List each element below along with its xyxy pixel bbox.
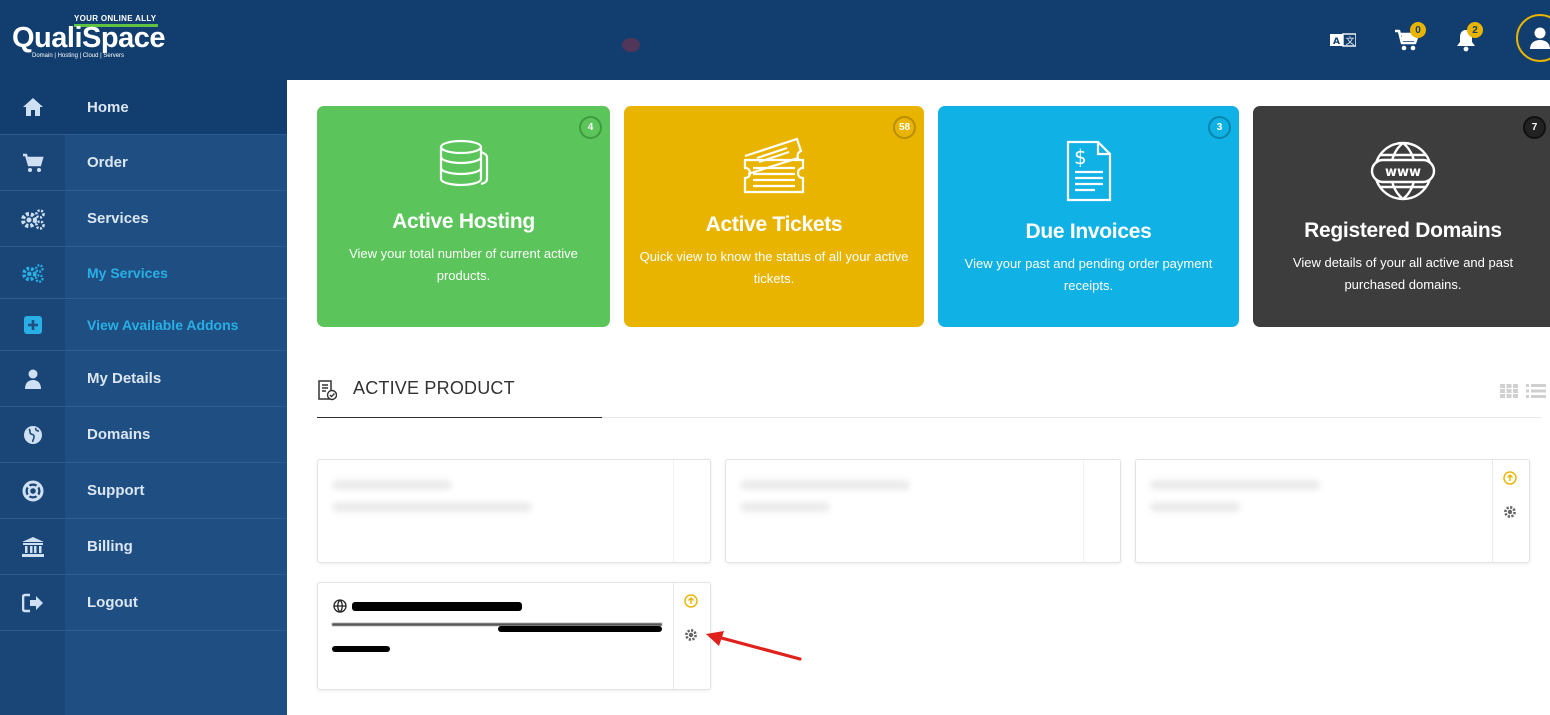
sidebar-item-logout[interactable]: Logout: [0, 575, 287, 631]
count-badge: 58: [893, 116, 916, 139]
sidebar-item-billing[interactable]: Billing: [0, 519, 287, 575]
product-card[interactable]: [1135, 459, 1530, 563]
gear-icon[interactable]: [683, 627, 699, 643]
sidebar-item-label: Order: [87, 154, 128, 171]
card-active-hosting[interactable]: 4 Active Hosting View your total number …: [317, 106, 610, 327]
database-icon: [437, 138, 491, 197]
sidebar-item-my-services[interactable]: My Services: [0, 247, 287, 299]
card-description: View your past and pending order payment…: [964, 256, 1213, 293]
sidebar-item-label: Domains: [87, 426, 151, 443]
product-name-blurred: [332, 480, 452, 490]
card-active-tickets[interactable]: 58 Active Tickets Quick view to know the…: [624, 106, 924, 327]
sidebar-item-label: Logout: [87, 594, 138, 611]
card-title: Registered Domains: [1304, 219, 1502, 242]
sign-out-icon: [0, 575, 65, 630]
list-view-icon[interactable]: [1526, 384, 1546, 398]
product-list-icon: [317, 379, 338, 401]
www-globe-icon: www: [1370, 140, 1436, 207]
sidebar-item-label: My Services: [87, 264, 168, 281]
sidebar-item-order[interactable]: Order: [0, 135, 287, 191]
redacted-product-name: [352, 602, 522, 611]
sidebar-item-domains[interactable]: Domains: [0, 407, 287, 463]
brand-logo[interactable]: YOUR ONLINE ALLY QualiSpace Domain | Hos…: [12, 12, 165, 62]
brand-name: QualiSpace: [12, 22, 165, 54]
svg-text:www: www: [1385, 165, 1421, 180]
cart-count-badge: 0: [1410, 22, 1426, 38]
product-actions: [673, 460, 710, 562]
section-divider: [602, 417, 1542, 418]
sidebar-item-services[interactable]: Services: [0, 191, 287, 247]
language-translate-icon[interactable]: A文: [1326, 25, 1360, 55]
card-title: Due Invoices: [1025, 220, 1152, 243]
product-name-blurred: [740, 480, 910, 490]
redacted-product-detail: [332, 646, 390, 652]
cursor-mark: [622, 38, 640, 52]
product-card[interactable]: [725, 459, 1121, 563]
card-description: Quick view to know the status of all you…: [639, 249, 909, 286]
section-title: ACTIVE PRODUCT: [353, 378, 515, 398]
product-detail-blurred: [332, 502, 532, 512]
invoice-icon: $: [1065, 140, 1113, 207]
count-badge: 4: [579, 116, 602, 139]
upgrade-icon[interactable]: [1502, 470, 1518, 486]
brand-subtitle: Domain | Hosting | Cloud | Servers: [32, 53, 125, 59]
svg-text:$: $: [1074, 145, 1087, 169]
sidebar-item-label: Support: [87, 482, 145, 499]
sidebar-item-label: Home: [87, 98, 129, 116]
globe-icon: [0, 407, 65, 462]
card-due-invoices[interactable]: 3 $ Due Invoices View your past and pend…: [938, 106, 1239, 327]
section-underline: [317, 417, 602, 418]
card-title: Active Tickets: [705, 213, 843, 236]
sidebar-item-home[interactable]: Home: [0, 80, 287, 135]
product-card[interactable]: [317, 459, 711, 563]
sidebar-item-my-details[interactable]: My Details: [0, 351, 287, 407]
plus-square-icon: [0, 297, 65, 352]
globe-icon: [332, 598, 348, 614]
bank-icon: [0, 519, 65, 574]
count-badge: 7: [1523, 116, 1546, 139]
card-title: Active Hosting: [392, 210, 535, 233]
sidebar-item-label: My Details: [87, 370, 162, 387]
grid-view-icon[interactable]: [1500, 384, 1518, 398]
card-registered-domains[interactable]: 7 www Registered Domains View details of…: [1253, 106, 1550, 327]
ticket-icon: [741, 136, 807, 201]
lifebuoy-icon: [0, 463, 65, 518]
svg-text:A: A: [1333, 37, 1340, 47]
user-icon: [1530, 27, 1550, 49]
product-name-blurred: [1150, 480, 1320, 490]
gears-icon: [0, 191, 65, 246]
product-detail-blurred: [1150, 502, 1240, 512]
svg-text:文: 文: [1346, 35, 1355, 47]
product-detail-blurred: [740, 502, 830, 512]
gear-icon[interactable]: [1502, 504, 1518, 520]
annotation-arrow: [706, 631, 802, 661]
upgrade-icon[interactable]: [683, 593, 699, 609]
sidebar-item-support[interactable]: Support: [0, 463, 287, 519]
product-actions: [1083, 460, 1120, 562]
user-avatar[interactable]: [1516, 14, 1550, 62]
sidebar-item-label: Services: [87, 210, 149, 227]
gears-icon: [0, 245, 65, 300]
sidebar-item-view-available-addons[interactable]: View Available Addons: [0, 299, 287, 351]
count-badge: 3: [1208, 116, 1231, 139]
notification-count-badge: 2: [1467, 22, 1483, 38]
card-description: View your total number of current active…: [349, 246, 578, 283]
home-icon: [0, 80, 65, 135]
sidebar-item-label: View Available Addons: [87, 316, 239, 333]
user-icon: [0, 351, 65, 406]
sidebar-item-label: Billing: [87, 538, 133, 555]
top-bar: YOUR ONLINE ALLY QualiSpace Domain | Hos…: [0, 0, 1550, 80]
card-description: View details of your all active and past…: [1292, 255, 1514, 292]
product-card[interactable]: [317, 582, 711, 690]
cart-icon: [0, 135, 65, 190]
sidebar: Home Order Services My Services View Ava…: [0, 80, 287, 715]
redacted-product-detail: [498, 626, 662, 632]
